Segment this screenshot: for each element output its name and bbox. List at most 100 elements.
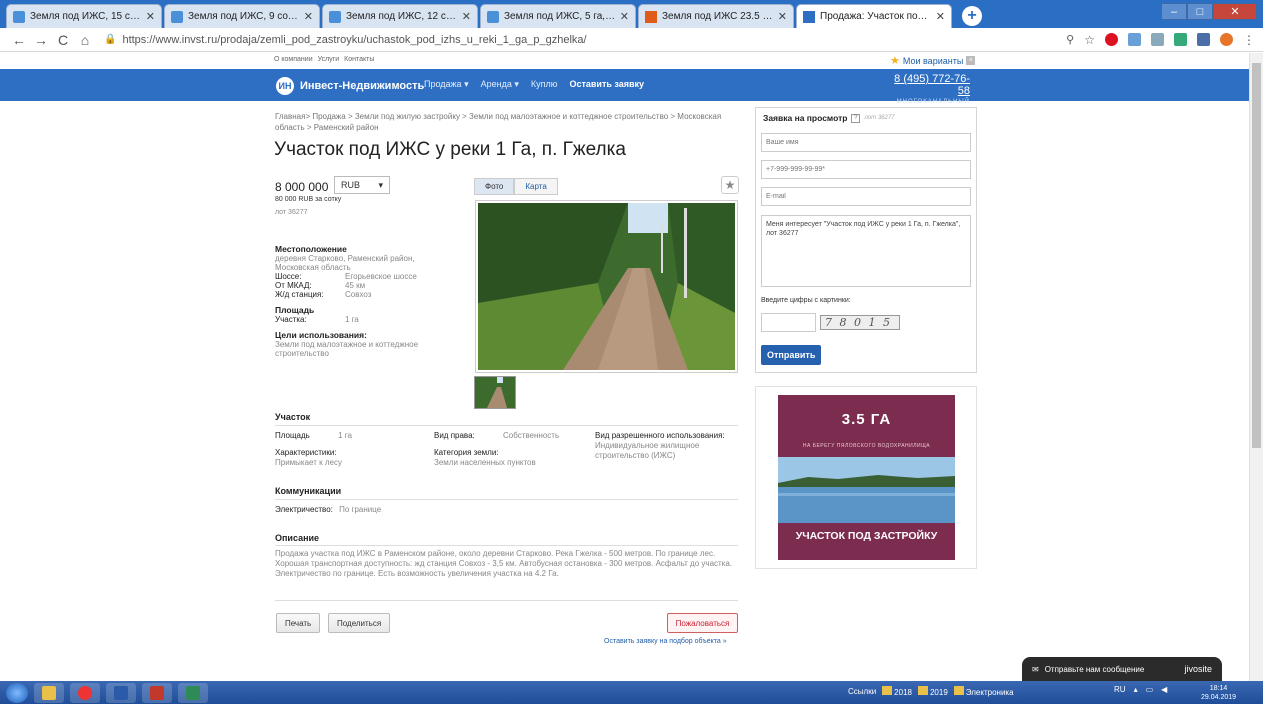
bookmark-star-icon[interactable]: ☆ bbox=[1084, 33, 1095, 47]
count-box-icon: × bbox=[966, 56, 976, 65]
listing-photo[interactable] bbox=[475, 200, 738, 373]
reload-icon[interactable]: C bbox=[52, 32, 74, 48]
chat-label: Отправьте нам сообщение bbox=[1044, 664, 1145, 674]
folder-icon bbox=[953, 686, 964, 695]
name-input[interactable] bbox=[761, 133, 971, 152]
top-link-contacts[interactable]: Контакты bbox=[344, 56, 374, 63]
captcha-label: Введите цифры с картинки: bbox=[761, 297, 851, 304]
plot-label: Участка: bbox=[275, 315, 307, 324]
excel-icon bbox=[186, 685, 200, 700]
chat-widget[interactable]: ✉ Отправьте нам сообщение jivosite bbox=[1022, 657, 1222, 681]
print-button[interactable]: Печать bbox=[276, 613, 321, 633]
price-per-sotka: 80 000 RUB за сотку bbox=[275, 196, 342, 203]
site-logo[interactable]: ИН Инвест-Недвижимость bbox=[276, 77, 424, 95]
share-button[interactable]: Поделиться bbox=[328, 613, 391, 633]
menu-kebab-icon[interactable]: ⋮ bbox=[1243, 33, 1255, 47]
captcha-input[interactable] bbox=[761, 313, 816, 332]
browser-tab[interactable]: Земля под ИЖС, 15 соток, купить ✕ bbox=[6, 4, 162, 28]
extension-icon[interactable] bbox=[1174, 33, 1187, 46]
window-close-icon[interactable]: ✕ bbox=[1213, 3, 1257, 20]
my-variants-link[interactable]: ★ Мои варианты × bbox=[890, 54, 976, 67]
browser-tab[interactable]: Земля под ИЖС, 5 га, купить за ✕ bbox=[480, 4, 636, 28]
location-value: деревня Старково, Раменский район, Моско… bbox=[275, 254, 415, 272]
taskbar-app-word[interactable] bbox=[106, 682, 136, 703]
help-icon[interactable]: ? bbox=[851, 113, 861, 123]
ad-banner[interactable]: 3.5 ГА НА БЕРЕГУ ПЯЛОВСКОГО ВОДОХРАНИЛИЩ… bbox=[778, 395, 955, 560]
tab-map[interactable]: Карта bbox=[514, 178, 558, 195]
phone-number[interactable]: 8 (495) 772-76-58 bbox=[882, 73, 970, 97]
main-menu: Продажа ▾ Аренда ▾ Куплю Оставить заявку bbox=[424, 79, 644, 90]
submit-button[interactable]: Отправить bbox=[761, 345, 822, 365]
app-icon bbox=[150, 685, 164, 700]
profile-avatar-icon[interactable] bbox=[1220, 33, 1233, 46]
menu-item-rent[interactable]: Аренда ▾ bbox=[481, 79, 519, 90]
clock[interactable]: 18:14 29.04.2019 bbox=[1201, 684, 1236, 702]
station-value: Совхоз bbox=[345, 290, 372, 299]
currency-select[interactable]: RUB ▾ bbox=[334, 176, 390, 194]
property-details: Местоположение деревня Старково, Раменск… bbox=[275, 238, 455, 358]
browser-tab[interactable]: Земля под ИЖС, 9 соток, купить ✕ bbox=[164, 4, 320, 28]
new-tab-button[interactable]: + bbox=[962, 6, 982, 26]
breadcrumb[interactable]: Главная> Продажа > Земли под жилую застр… bbox=[275, 111, 725, 133]
extension-icon[interactable] bbox=[1128, 33, 1141, 46]
folder-label: Электроника bbox=[965, 688, 1014, 697]
close-icon[interactable]: ✕ bbox=[936, 10, 945, 23]
characteristics-label: Характеристики: bbox=[275, 448, 337, 457]
windows-start-icon[interactable] bbox=[6, 682, 28, 703]
divider bbox=[275, 545, 738, 546]
close-icon[interactable]: ✕ bbox=[462, 10, 471, 23]
taskbar-app-explorer[interactable] bbox=[34, 682, 64, 703]
taskbar-app-chrome[interactable] bbox=[70, 682, 100, 703]
menu-item-request[interactable]: Оставить заявку bbox=[569, 79, 644, 90]
browser-tab[interactable]: Земля под ИЖС, 12 соток, купить ✕ bbox=[322, 4, 478, 28]
top-link-services[interactable]: Услуги bbox=[318, 56, 340, 63]
taskbar-app-excel[interactable] bbox=[178, 682, 208, 703]
maximize-icon[interactable]: □ bbox=[1187, 3, 1213, 20]
forest-road-image bbox=[478, 203, 735, 370]
scrollbar-thumb[interactable] bbox=[1252, 63, 1261, 448]
extension-icon[interactable] bbox=[1197, 33, 1210, 46]
favorite-star-icon[interactable]: ★ bbox=[721, 176, 739, 194]
mkad-value: 45 км bbox=[345, 281, 366, 290]
menu-item-buy[interactable]: Куплю bbox=[531, 79, 558, 90]
language-indicator[interactable]: RU bbox=[1114, 685, 1126, 694]
close-icon[interactable]: ✕ bbox=[304, 10, 313, 23]
browser-tab-active[interactable]: Продажа: Участок под ИЖС у р ✕ bbox=[796, 4, 952, 28]
tray-arrow-icon[interactable]: ▴ bbox=[1134, 685, 1138, 694]
tab-title: Земля под ИЖС 23.5 Га (Прод bbox=[662, 11, 774, 22]
adblock-icon[interactable] bbox=[1105, 33, 1118, 46]
taskbar-folder[interactable]: 2018 bbox=[882, 686, 912, 697]
report-button[interactable]: Пожаловаться bbox=[667, 613, 738, 633]
forward-arrow-icon[interactable]: → bbox=[30, 32, 52, 48]
browser-tab[interactable]: Земля под ИЖС 23.5 Га (Прод ✕ bbox=[638, 4, 794, 28]
permitted-use-cell: Вид разрешенного использования: Индивиду… bbox=[595, 431, 740, 461]
clock-date: 29.04.2019 bbox=[1201, 694, 1237, 701]
tab-photo[interactable]: Фото bbox=[474, 178, 515, 195]
phone-subtitle: МНОГОКАНАЛЬНЫЙ bbox=[896, 99, 970, 105]
taskbar-folder[interactable]: Электроника bbox=[953, 686, 1014, 697]
back-arrow-icon[interactable]: ← bbox=[8, 32, 30, 48]
zoom-icon[interactable]: ⚲ bbox=[1066, 33, 1074, 46]
taskbar-folder[interactable]: 2019 bbox=[917, 686, 948, 697]
email-input[interactable] bbox=[761, 187, 971, 206]
phone-input[interactable] bbox=[761, 160, 971, 179]
extension-icon[interactable] bbox=[1151, 33, 1164, 46]
top-link-about[interactable]: О компании bbox=[274, 56, 313, 63]
network-icon[interactable]: ▭ bbox=[1146, 685, 1154, 694]
message-textarea[interactable]: Меня интересует "Участок под ИЖС у реки … bbox=[761, 215, 971, 287]
description-text: Продажа участка под ИЖС в Раменском райо… bbox=[275, 549, 733, 578]
minimize-icon[interactable]: – bbox=[1161, 3, 1187, 20]
close-icon[interactable]: ✕ bbox=[146, 10, 155, 23]
page-scrollbar[interactable] bbox=[1249, 53, 1263, 681]
speaker-icon[interactable]: ◀ bbox=[1161, 685, 1167, 694]
menu-item-sale[interactable]: Продажа ▾ bbox=[424, 79, 469, 90]
home-icon[interactable]: ⌂ bbox=[74, 32, 96, 48]
folder-icon bbox=[882, 686, 893, 695]
close-icon[interactable]: ✕ bbox=[620, 10, 629, 23]
top-links: О компании Услуги Контакты bbox=[274, 56, 374, 63]
photo-thumbnail[interactable] bbox=[474, 376, 516, 409]
close-icon[interactable]: ✕ bbox=[778, 10, 787, 23]
url-field[interactable]: 🔒 https://www.invst.ru/prodaja/zemli_pod… bbox=[104, 34, 587, 46]
taskbar-app-chart[interactable] bbox=[142, 682, 172, 703]
selection-request-link[interactable]: Оставить заявку на подбор объекта » bbox=[604, 638, 727, 645]
